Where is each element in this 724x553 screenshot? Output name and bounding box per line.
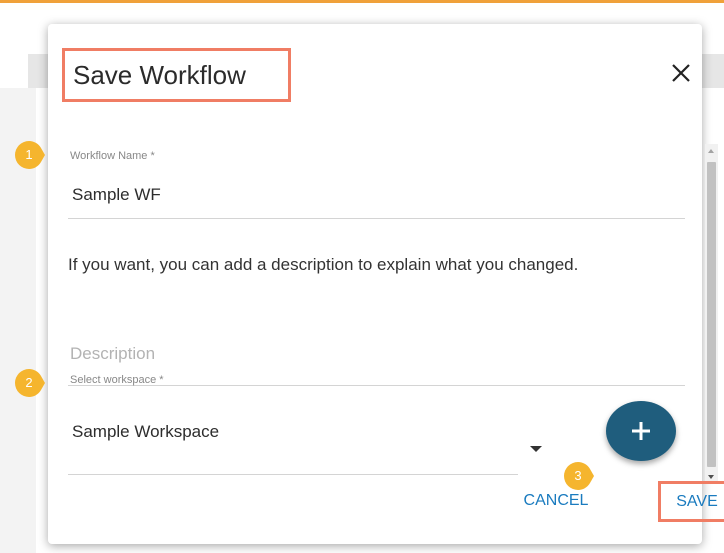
- workspace-underline: [68, 474, 518, 475]
- step-callout-number: 3: [574, 468, 582, 483]
- workspace-select[interactable]: Sample Workspace: [68, 422, 518, 452]
- scroll-down-arrow-icon[interactable]: [708, 475, 714, 479]
- scroll-thumb[interactable]: [707, 162, 716, 467]
- workflow-name-label: Workflow Name *: [70, 150, 155, 162]
- step-callout-1: 1: [15, 141, 45, 169]
- step-callout-2: 2: [15, 369, 45, 397]
- plus-icon: [632, 422, 650, 440]
- help-text: If you want, you can add a description t…: [68, 255, 579, 274]
- step-callout-number: 1: [25, 147, 33, 162]
- dialog-title: Save Workflow: [62, 48, 291, 102]
- save-workflow-dialog: Save Workflow Workflow Name * If you wan…: [48, 24, 724, 544]
- workflow-name-underline: [68, 218, 685, 219]
- step-callout-3: 3: [564, 462, 594, 490]
- scrollbar[interactable]: [705, 144, 718, 484]
- add-workspace-button[interactable]: [606, 401, 676, 461]
- close-icon[interactable]: [668, 60, 694, 86]
- workflow-name-input[interactable]: [72, 181, 672, 209]
- workspace-selected-value: Sample Workspace: [72, 422, 220, 441]
- workspace-label: Select workspace *: [70, 374, 164, 386]
- dropdown-caret-icon[interactable]: [530, 446, 542, 452]
- description-input[interactable]: [70, 340, 682, 368]
- save-button[interactable]: SAVE: [658, 481, 724, 522]
- scroll-up-arrow-icon[interactable]: [708, 149, 714, 153]
- cancel-button[interactable]: CANCEL: [514, 486, 598, 516]
- step-callout-number: 2: [25, 375, 33, 390]
